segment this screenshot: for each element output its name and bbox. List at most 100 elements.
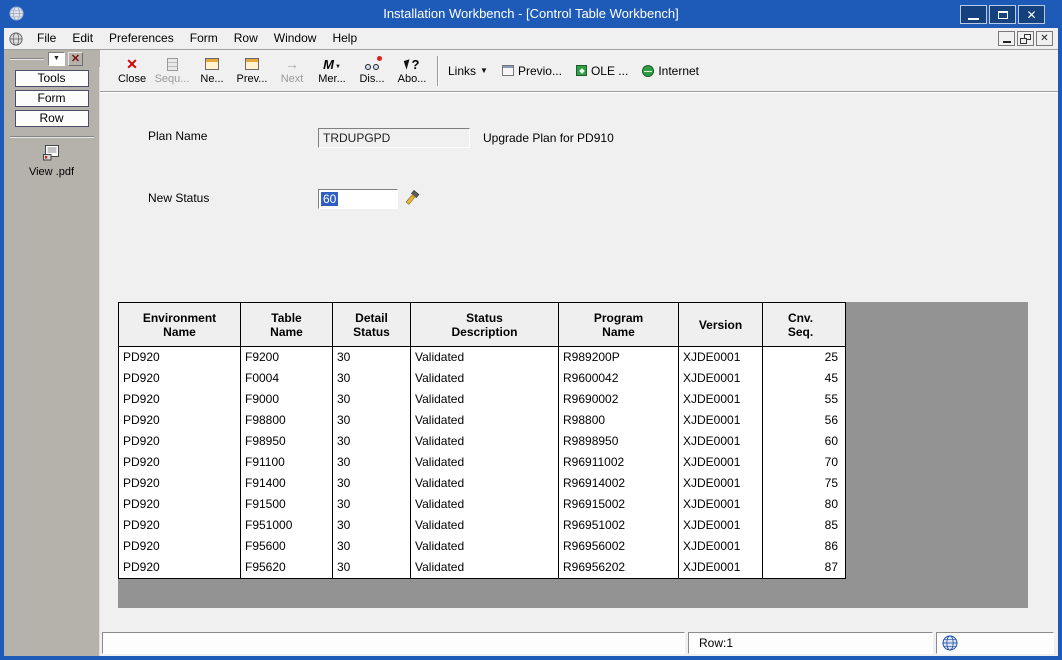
grid-cell[interactable]: PD920 [119,473,241,494]
grid-cell[interactable]: F98950 [241,431,333,452]
column-header-version[interactable]: Version [679,303,763,347]
sidebar-item-view-pdf[interactable]: View .pdf [4,145,99,178]
grid-row[interactable]: PD920F9560030ValidatedR96956002XJDE00018… [119,536,846,557]
new-status-input[interactable]: 60 [318,189,398,209]
grid-cell[interactable]: Validated [411,557,559,578]
grid-cell[interactable]: F95620 [241,557,333,578]
grid-cell[interactable]: Validated [411,368,559,389]
grid-row[interactable]: PD920F9895030ValidatedR9898950XJDE000160 [119,431,846,452]
grid-cell[interactable]: XJDE0001 [679,452,763,473]
grid-cell[interactable]: F91400 [241,473,333,494]
grid-cell[interactable]: XJDE0001 [679,410,763,431]
grid-cell[interactable]: R98800 [559,410,679,431]
toolbar-display-button[interactable]: Dis... [352,52,392,90]
column-header-detail-status[interactable]: DetailStatus [333,303,411,347]
grid-cell[interactable]: F91500 [241,494,333,515]
grid-cell[interactable]: 30 [333,536,411,557]
grid-cell[interactable]: F98800 [241,410,333,431]
link-ole[interactable]: OLE ... [576,64,628,78]
grid-cell[interactable]: R96911002 [559,452,679,473]
grid-cell[interactable]: F951000 [241,515,333,536]
grid-cell[interactable]: 30 [333,410,411,431]
grid-cell[interactable]: Validated [411,389,559,410]
grid-cell[interactable]: 60 [763,431,846,452]
grid-cell[interactable]: XJDE0001 [679,536,763,557]
grid-cell[interactable]: Validated [411,452,559,473]
grid-row[interactable]: PD920F9140030ValidatedR96914002XJDE00017… [119,473,846,494]
grid-cell[interactable]: 30 [333,473,411,494]
links-dropdown[interactable]: Links ▼ [448,64,488,78]
grid-cell[interactable]: 30 [333,347,411,368]
grid-cell[interactable]: 30 [333,368,411,389]
grid-cell[interactable]: XJDE0001 [679,431,763,452]
menu-row[interactable]: Row [226,28,266,49]
grid-cell[interactable]: 87 [763,557,846,578]
grid-row[interactable]: PD920F000430ValidatedR9600042XJDE000145 [119,368,846,389]
plan-name-field[interactable]: TRDUPGPD [318,128,470,148]
grid-cell[interactable]: F9000 [241,389,333,410]
grid-cell[interactable]: Validated [411,515,559,536]
grid-cell[interactable]: 30 [333,431,411,452]
column-header-cnv-seq[interactable]: Cnv.Seq. [763,303,846,347]
fastpath-close-button[interactable]: ✕ [68,52,83,66]
window-close-button[interactable]: ✕ [1018,5,1045,24]
grid-cell[interactable]: PD920 [119,368,241,389]
sidebar-tab-form[interactable]: Form [15,90,89,107]
grid-cell[interactable]: Validated [411,431,559,452]
column-header-environment-name[interactable]: EnvironmentName [119,303,241,347]
grid-cell[interactable]: XJDE0001 [679,347,763,368]
grid-cell[interactable]: PD920 [119,536,241,557]
menu-file[interactable]: File [29,28,64,49]
grid-cell[interactable]: R96915002 [559,494,679,515]
grid-cell[interactable]: XJDE0001 [679,368,763,389]
grid-cell[interactable]: F91100 [241,452,333,473]
grid-cell[interactable]: 30 [333,452,411,473]
sidebar-tab-tools[interactable]: Tools [15,70,89,87]
grid-cell[interactable]: 75 [763,473,846,494]
link-internet[interactable]: Internet [642,64,699,78]
grid-cell[interactable]: R9898950 [559,431,679,452]
grid-row[interactable]: PD920F900030ValidatedR9690002XJDE000155 [119,389,846,410]
window-maximize-button[interactable] [989,5,1016,24]
grid-cell[interactable]: 86 [763,536,846,557]
grid-row[interactable]: PD920F920030ValidatedR989200PXJDE000125 [119,347,846,368]
grid-cell[interactable]: XJDE0001 [679,473,763,494]
grid-cell[interactable]: 55 [763,389,846,410]
grid-cell[interactable]: 45 [763,368,846,389]
toolbar-close-button[interactable]: ✕ Close [112,52,152,90]
grid-cell[interactable]: R96914002 [559,473,679,494]
menu-help[interactable]: Help [324,28,365,49]
fastpath-dropdown[interactable]: ▼ [48,52,65,66]
grid-cell[interactable]: F0004 [241,368,333,389]
grid-cell[interactable]: 56 [763,410,846,431]
visual-assist-button[interactable] [400,188,422,210]
grid-cell[interactable]: 70 [763,452,846,473]
toolbar-sequence-button[interactable]: Sequ... [152,52,192,90]
grid-cell[interactable]: PD920 [119,410,241,431]
menu-form[interactable]: Form [182,28,226,49]
grid-row[interactable]: PD920F9150030ValidatedR96915002XJDE00018… [119,494,846,515]
grid-cell[interactable]: 85 [763,515,846,536]
grid-cell[interactable]: PD920 [119,494,241,515]
grid-cell[interactable]: R96951002 [559,515,679,536]
grid-cell[interactable]: 30 [333,494,411,515]
grid-cell[interactable]: 80 [763,494,846,515]
grid-cell[interactable]: 30 [333,557,411,578]
toolbar-next-button[interactable]: → Next [272,52,312,90]
grid-cell[interactable]: Validated [411,347,559,368]
grid-row[interactable]: PD920F9110030ValidatedR96911002XJDE00017… [119,452,846,473]
grid-cell[interactable]: XJDE0001 [679,389,763,410]
mdi-restore-button[interactable] [1017,31,1034,46]
sidebar-tab-row[interactable]: Row [15,110,89,127]
grid-cell[interactable]: R989200P [559,347,679,368]
mdi-close-button[interactable]: ✕ [1036,31,1053,46]
grid-cell[interactable]: PD920 [119,347,241,368]
grid-cell[interactable]: PD920 [119,557,241,578]
grid-row[interactable]: PD920F95100030ValidatedR96951002XJDE0001… [119,515,846,536]
grid-cell[interactable]: PD920 [119,452,241,473]
grid-cell[interactable]: XJDE0001 [679,494,763,515]
toolbar-new-button[interactable]: Ne... [192,52,232,90]
grid-cell[interactable]: 30 [333,515,411,536]
grid-cell[interactable]: 25 [763,347,846,368]
toolbar-previous-button[interactable]: Prev... [232,52,272,90]
